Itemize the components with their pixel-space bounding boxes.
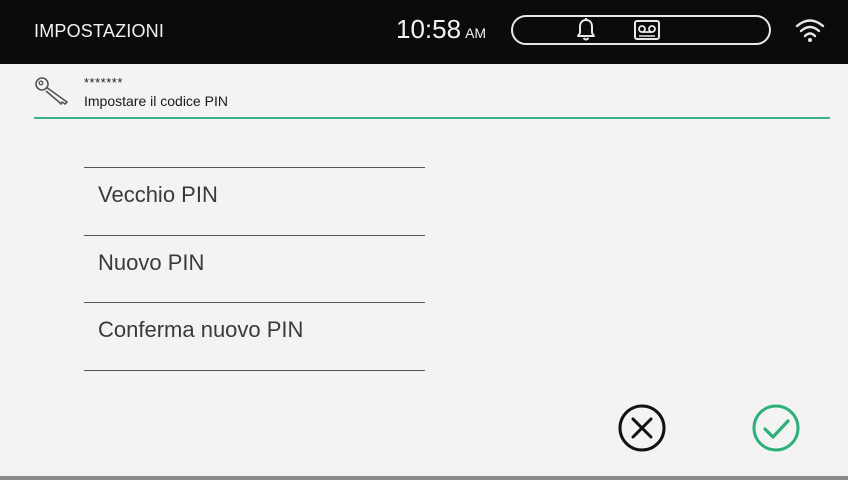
header-subtitle: Impostare il codice PIN	[84, 93, 228, 109]
confirm-check-circle-icon	[752, 404, 800, 452]
voicemail-icon[interactable]	[634, 20, 660, 40]
key-icon	[35, 77, 68, 105]
field-divider	[84, 235, 425, 236]
cancel-x-circle-icon	[618, 404, 666, 452]
masked-pin-value: *******	[84, 75, 123, 90]
header-divider	[34, 117, 830, 119]
field-divider	[84, 167, 425, 168]
field-divider	[84, 302, 425, 303]
cancel-button[interactable]	[614, 400, 670, 456]
old-pin-field[interactable]: Vecchio PIN	[98, 175, 418, 215]
status-bar: IMPOSTAZIONI 10:58 AM	[0, 0, 848, 64]
screen-title: IMPOSTAZIONI	[34, 21, 165, 41]
field-divider	[84, 370, 425, 371]
bell-icon[interactable]	[575, 17, 597, 43]
bottom-edge	[0, 476, 848, 480]
wifi-icon	[795, 19, 825, 42]
settings-screen: IMPOSTAZIONI 10:58 AM ******* Impostare …	[0, 0, 848, 480]
confirm-new-pin-field[interactable]: Conferma nuovo PIN	[98, 310, 418, 350]
confirm-button[interactable]	[748, 400, 804, 456]
clock: 10:58 AM	[396, 14, 486, 44]
new-pin-field[interactable]: Nuovo PIN	[98, 243, 418, 283]
clock-time: 10:58	[396, 14, 462, 44]
clock-ampm: AM	[465, 25, 487, 41]
